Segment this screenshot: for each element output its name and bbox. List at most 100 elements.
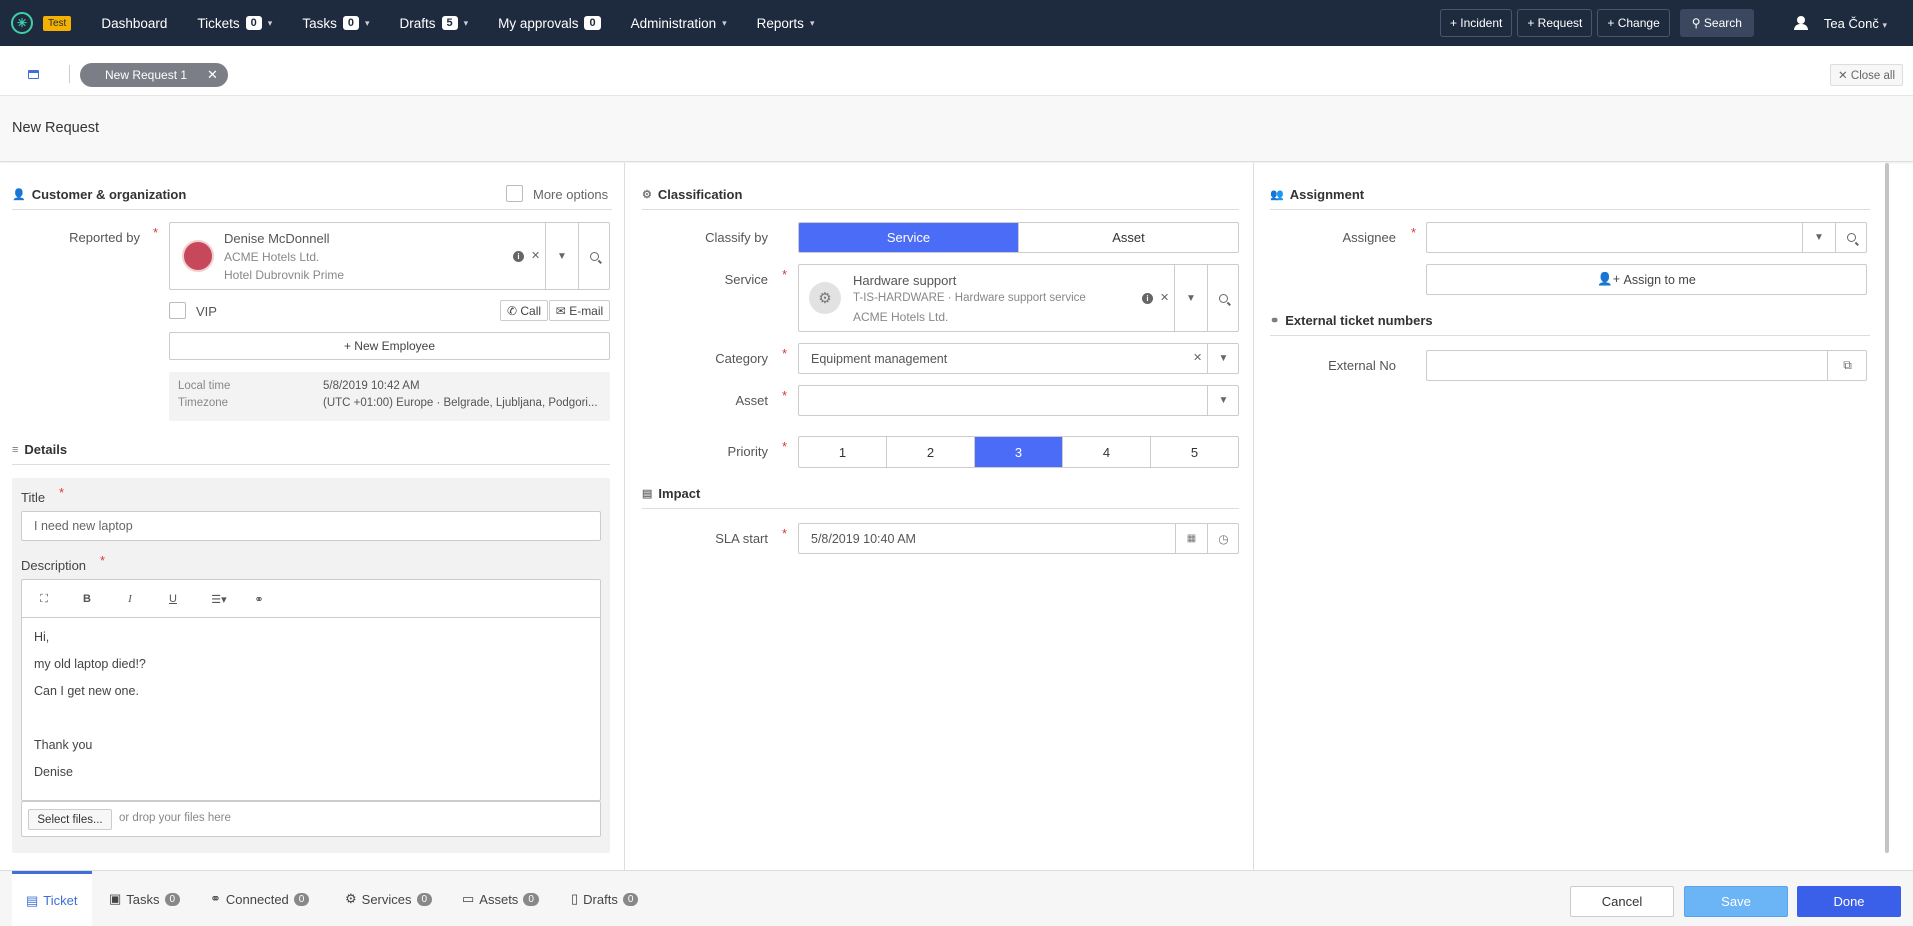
asset-dropdown-button[interactable]: ▼ [1207, 386, 1239, 415]
assign-to-me-button[interactable]: 👤+ Assign to me [1426, 264, 1867, 295]
link-icon: ⚭ [210, 891, 221, 906]
link-icon[interactable]: ⚭ [249, 580, 269, 618]
classification-column: ⚙ Classification Classify by Service Ass… [626, 163, 1254, 870]
save-button[interactable]: Save [1684, 886, 1788, 917]
italic-icon[interactable]: I [120, 580, 140, 618]
required-marker: * [1411, 225, 1417, 240]
chevron-down-icon: ▼ [1814, 232, 1824, 243]
details-panel: Title * I need new laptop Description * … [12, 478, 610, 853]
details-section-title: Details [24, 442, 68, 457]
nav-my-approvals[interactable]: My approvals 0 [498, 16, 601, 31]
close-all-button[interactable]: ✕ Close all [1830, 64, 1903, 86]
tab-assets[interactable]: ▭ Assets 0 [462, 871, 539, 926]
tab-connected-count: 0 [293, 892, 310, 906]
chevron-down-icon: ▾ [463, 17, 469, 28]
external-no-input[interactable]: ⧉ [1426, 350, 1867, 381]
sla-start-input[interactable]: 5/8/2019 10:40 AM ▦ ◷ [798, 523, 1239, 554]
asset-select[interactable]: ▼ [798, 385, 1239, 416]
new-change-button[interactable]: + Change [1597, 9, 1670, 37]
tab-tasks[interactable]: ▣ Tasks 0 [109, 871, 181, 926]
service-label: Service [724, 272, 768, 287]
nav-reports[interactable]: Reports ▾ [757, 16, 815, 31]
reporter-search-button[interactable] [578, 223, 610, 289]
fullscreen-icon[interactable]: ⛶ [34, 580, 54, 618]
chevron-down-icon: ▾ [267, 17, 273, 28]
vip-label: VIP [196, 304, 217, 319]
tab-drafts[interactable]: ▯ Drafts 0 [571, 871, 639, 926]
impact-section-title: Impact [658, 486, 701, 501]
assignee-dropdown-button[interactable]: ▼ [1802, 223, 1835, 252]
reporter-dropdown-button[interactable]: ▼ [545, 223, 578, 289]
document-icon: ▯ [571, 891, 579, 906]
close-icon[interactable]: ✕ [207, 67, 218, 83]
assignee-search-button[interactable] [1835, 223, 1867, 252]
select-files-button[interactable]: Select files... [28, 809, 112, 830]
classify-service-option[interactable]: Service [799, 223, 1019, 252]
user-icon[interactable] [1793, 16, 1808, 30]
service-field[interactable]: ⚙ Hardware support T-IS-HARDWARE · Hardw… [798, 264, 1239, 332]
service-dropdown-button[interactable]: ▼ [1174, 265, 1207, 331]
category-label: Category [715, 351, 768, 366]
priority-option-1[interactable]: 1 [799, 437, 887, 467]
classify-asset-option[interactable]: Asset [1019, 223, 1238, 252]
user-name: Tea Čonč [1823, 15, 1879, 31]
close-icon: ✕ [1838, 70, 1851, 82]
list-icon: ▤ [642, 488, 653, 500]
nav-tickets[interactable]: Tickets 0 ▾ [197, 16, 272, 31]
done-button[interactable]: Done [1797, 886, 1901, 917]
vip-checkbox[interactable] [169, 302, 186, 319]
reported-by-field[interactable]: Denise McDonnell ACME Hotels Ltd. Hotel … [169, 222, 610, 290]
bold-icon[interactable]: B [77, 580, 97, 618]
align-icon[interactable]: ☰▾ [204, 580, 234, 618]
description-editor[interactable]: ⛶ B I U ☰▾ ⚭ Hi, my old laptop died!? Ca… [21, 579, 601, 801]
clear-icon[interactable]: ✕ [1160, 291, 1169, 304]
info-icon[interactable]: i [513, 251, 524, 262]
user-menu[interactable]: Tea Čonč ▾ [1824, 16, 1887, 31]
call-button[interactable]: ✆ Call [500, 300, 548, 321]
app-logo-icon[interactable]: ✳ [11, 12, 33, 34]
email-button[interactable]: ✉ E-mail [549, 300, 610, 321]
nav-dashboard[interactable]: Dashboard [101, 16, 167, 31]
priority-option-3[interactable]: 3 [975, 437, 1063, 467]
clock-icon[interactable]: ◷ [1207, 524, 1239, 553]
tab-tasks-label: Tasks [126, 891, 160, 907]
required-marker: * [782, 267, 788, 282]
priority-option-2[interactable]: 2 [887, 437, 975, 467]
scrollbar[interactable] [1885, 163, 1889, 853]
category-select[interactable]: Equipment management ✕ ▼ [798, 343, 1239, 374]
nav-tasks[interactable]: Tasks 0 ▾ [302, 16, 369, 31]
title-input[interactable]: I need new laptop [21, 511, 601, 541]
tab-ticket[interactable]: ▤ Ticket [12, 871, 92, 926]
calendar-icon[interactable]: ▦ [1175, 524, 1207, 553]
new-request-button[interactable]: + Request [1517, 9, 1593, 37]
copy-icon[interactable]: ⧉ [1827, 351, 1867, 380]
tab-services[interactable]: ⚙ Services 0 [345, 871, 433, 926]
clear-icon[interactable]: ✕ [1193, 351, 1202, 364]
chevron-down-icon: ▼ [1218, 395, 1229, 406]
new-employee-button[interactable]: + New Employee [169, 332, 610, 360]
new-incident-button[interactable]: + Incident [1439, 9, 1513, 37]
classification-section-header: ⚙ Classification [642, 180, 1239, 210]
priority-selector: 1 2 3 4 5 [798, 436, 1239, 468]
clear-icon[interactable]: ✕ [531, 249, 540, 262]
chevron-down-icon: ▼ [1186, 292, 1196, 304]
impact-section-header: ▤ Impact [642, 479, 1239, 509]
nav-administration[interactable]: Administration ▾ [631, 16, 727, 31]
category-dropdown-button[interactable]: ▼ [1207, 344, 1239, 373]
cancel-button[interactable]: Cancel [1570, 886, 1674, 917]
more-options-checkbox[interactable] [506, 185, 523, 202]
service-search-button[interactable] [1207, 265, 1239, 331]
info-icon[interactable]: i [1142, 293, 1153, 304]
tab-connected-label: Connected [225, 891, 289, 907]
underline-icon[interactable]: U [163, 580, 183, 618]
priority-option-4[interactable]: 4 [1063, 437, 1151, 467]
priority-option-5[interactable]: 5 [1151, 437, 1238, 467]
open-tab-new-request[interactable]: New Request 1 ✕ [80, 63, 228, 87]
file-drop-zone[interactable]: Select files... or drop your files here [21, 801, 601, 837]
nav-drafts-label: Drafts [399, 15, 436, 31]
tab-connected[interactable]: ⚭ Connected 0 [210, 871, 310, 926]
search-button[interactable]: ⚲ Search [1679, 9, 1754, 37]
nav-drafts[interactable]: Drafts 5 ▾ [399, 16, 468, 31]
calendar-icon[interactable] [28, 70, 39, 79]
assignee-select[interactable]: ▼ [1426, 222, 1867, 253]
